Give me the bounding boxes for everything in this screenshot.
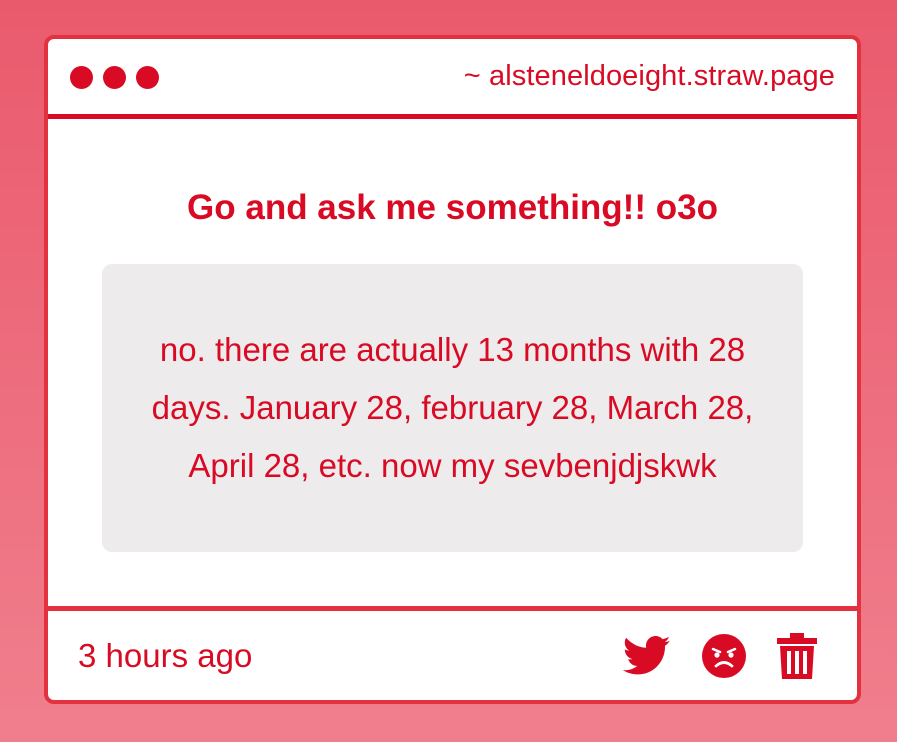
page-url[interactable]: ~ alsteneldoeight.straw.page: [464, 60, 835, 93]
action-buttons: [623, 632, 817, 679]
report-button[interactable]: [701, 633, 747, 679]
window-titlebar: ~ alsteneldoeight.straw.page: [48, 39, 857, 119]
window-controls: [70, 66, 159, 89]
delete-button[interactable]: [777, 632, 817, 679]
question-heading: Go and ask me something!! o3o: [187, 188, 718, 227]
answer-box: no. there are actually 13 months with 28…: [102, 264, 803, 552]
angry-face-icon: [702, 633, 746, 678]
answer-text: no. there are actually 13 months with 28…: [151, 331, 754, 484]
twitter-icon: [623, 635, 671, 674]
share-twitter-button[interactable]: [623, 635, 671, 676]
window-dot-close[interactable]: [70, 66, 93, 89]
card-content: Go and ask me something!! o3o no. there …: [48, 119, 857, 609]
window-dot-maximize[interactable]: [136, 66, 159, 89]
question-card: ~ alsteneldoeight.straw.page Go and ask …: [44, 35, 861, 704]
card-footer: 3 hours ago: [48, 606, 857, 700]
timestamp: 3 hours ago: [78, 636, 253, 674]
trash-icon: [777, 632, 817, 679]
window-dot-minimize[interactable]: [103, 66, 126, 89]
